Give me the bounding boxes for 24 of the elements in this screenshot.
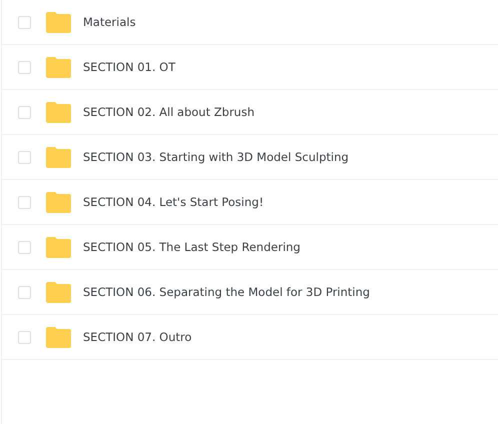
checkbox[interactable]	[18, 240, 31, 254]
checkbox[interactable]	[18, 150, 31, 164]
folder-name[interactable]: SECTION 05. The Last Step Rendering	[83, 240, 300, 254]
folder-icon	[45, 146, 72, 168]
checkbox[interactable]	[18, 106, 31, 118]
folder-icon	[45, 56, 72, 78]
folder-icon	[45, 280, 72, 304]
checkbox[interactable]	[18, 16, 31, 28]
folder-name[interactable]: SECTION 07. Outro	[83, 330, 192, 344]
folder-icon	[45, 236, 72, 258]
folder-name[interactable]: SECTION 01. OT	[83, 60, 176, 74]
folder-icon	[45, 100, 72, 124]
folder-icon	[45, 10, 72, 34]
folder-name[interactable]: Materials	[83, 15, 136, 29]
folder-name[interactable]: SECTION 06. Separating the Model for 3D Printing	[83, 285, 370, 299]
folder-icon	[45, 326, 72, 348]
folder-icon	[45, 190, 72, 214]
checkbox[interactable]	[18, 286, 31, 298]
checkbox[interactable]	[18, 60, 31, 74]
checkbox[interactable]	[18, 330, 31, 344]
folder-name[interactable]: SECTION 04. Let's Start Posing!	[83, 195, 264, 209]
folder-name[interactable]: SECTION 02. All about Zbrush	[83, 105, 254, 119]
checkbox[interactable]	[18, 196, 31, 208]
folder-name[interactable]: SECTION 03. Starting with 3D Model Sculpting	[83, 150, 349, 164]
